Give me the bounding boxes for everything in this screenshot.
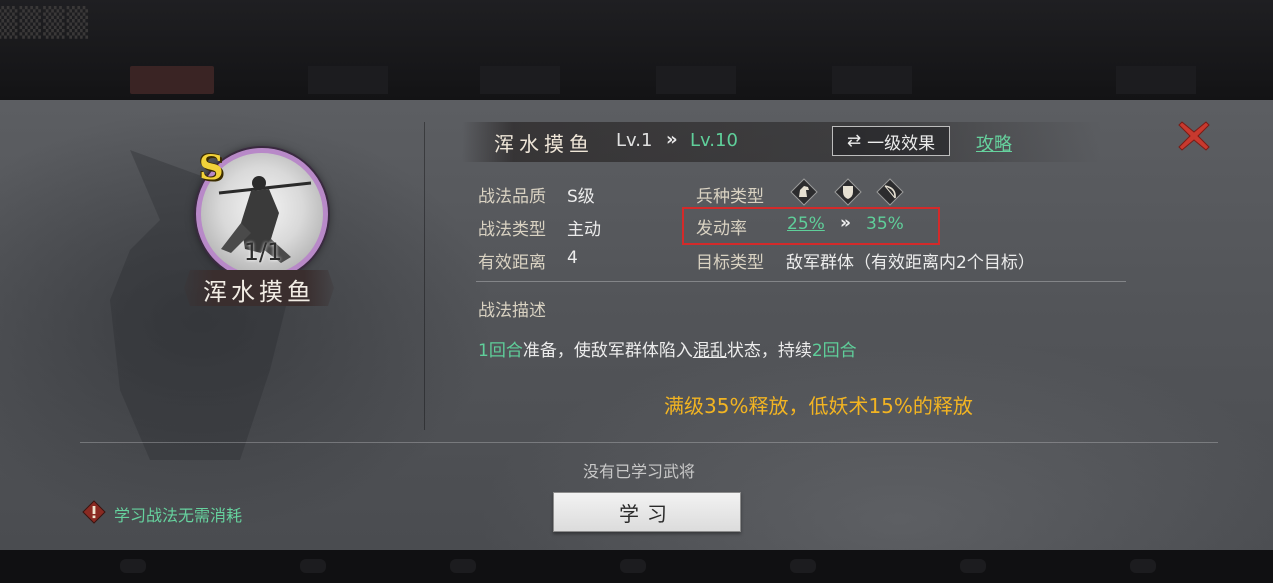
- background-tab: [1116, 66, 1196, 94]
- type-label: 战法类型: [478, 220, 546, 240]
- vertical-divider: [424, 122, 425, 430]
- level-arrow-icon: »: [666, 129, 678, 150]
- no-learned-general-text: 没有已学习武将: [583, 462, 696, 481]
- background-tab: [130, 66, 214, 94]
- background-slot: [300, 559, 326, 573]
- cavalry-icon: [790, 178, 818, 206]
- description-title: 战法描述: [478, 301, 546, 321]
- close-icon[interactable]: [1176, 118, 1212, 154]
- background-bottom-bar: [0, 550, 1273, 583]
- grade-badge: S: [199, 148, 224, 188]
- rate-arrow-icon: »: [840, 213, 851, 233]
- shield-icon: [834, 178, 862, 206]
- range-label: 有效距离: [478, 253, 546, 273]
- warning-icon: [82, 500, 106, 524]
- background-slot: [620, 559, 646, 573]
- range-value: 4: [567, 248, 578, 268]
- background-slot: [960, 559, 986, 573]
- quality-value: S级: [567, 187, 595, 207]
- horizontal-divider: [80, 442, 1218, 443]
- skill-detail-panel: S 1/1 浑水摸鱼 浑水摸鱼 Lv.1 » Lv.10 ⇄ 一级效果 攻略 战…: [0, 100, 1273, 550]
- type-value: 主动: [567, 220, 601, 240]
- description-segment: 准备，使敌军群体陷入: [522, 341, 693, 361]
- level-effect-label: 一级效果: [867, 133, 936, 154]
- skill-count: 1/1: [243, 238, 283, 266]
- confusion-status-link[interactable]: 混乱: [693, 341, 727, 361]
- level-current: Lv.1: [616, 130, 653, 151]
- background-tabs: [0, 56, 1273, 100]
- background-slot: [120, 559, 146, 573]
- background-title: ▒▒▒▒: [0, 6, 91, 39]
- background-tab: [656, 66, 736, 94]
- description-text: 1回合准备，使敌军群体陷入混乱状态，持续2回合: [478, 336, 857, 361]
- background-tab: [480, 66, 560, 94]
- prep-turns: 1回合: [478, 341, 523, 361]
- background-tab: [308, 66, 388, 94]
- activation-rate-max: 35%: [866, 214, 904, 234]
- target-type-value: 敌军群体（有效距离内2个目标）: [786, 253, 1035, 273]
- activation-rate-label: 发动率: [696, 219, 747, 239]
- info-separator: [476, 281, 1126, 282]
- background-slot: [790, 559, 816, 573]
- level-max: Lv.10: [690, 130, 738, 151]
- description-segment: 状态，持续: [726, 341, 812, 361]
- skill-title: 浑水摸鱼: [494, 132, 594, 156]
- level-effect-button[interactable]: ⇄ 一级效果: [832, 126, 950, 156]
- target-type-label: 目标类型: [696, 253, 764, 273]
- background-tab: [832, 66, 912, 94]
- activation-rate-current: 25%: [787, 214, 825, 234]
- swap-icon: ⇄: [846, 131, 862, 151]
- bow-icon: [876, 178, 904, 206]
- learn-button[interactable]: 学习: [553, 492, 741, 532]
- portrait-skill-name: 浑水摸鱼: [203, 278, 315, 306]
- quality-label: 战法品质: [478, 187, 546, 207]
- overlay-note: 满级35%释放，低妖术15%的释放: [664, 394, 973, 418]
- troop-type-label: 兵种类型: [696, 187, 764, 207]
- background-slot: [450, 559, 476, 573]
- free-learn-text: 学习战法无需消耗: [114, 506, 243, 525]
- background-top-bar: ▒▒▒▒: [0, 0, 1273, 100]
- background-slot: [1130, 559, 1156, 573]
- duration-turns: 2回合: [811, 341, 857, 361]
- guide-link[interactable]: 攻略: [976, 130, 1012, 156]
